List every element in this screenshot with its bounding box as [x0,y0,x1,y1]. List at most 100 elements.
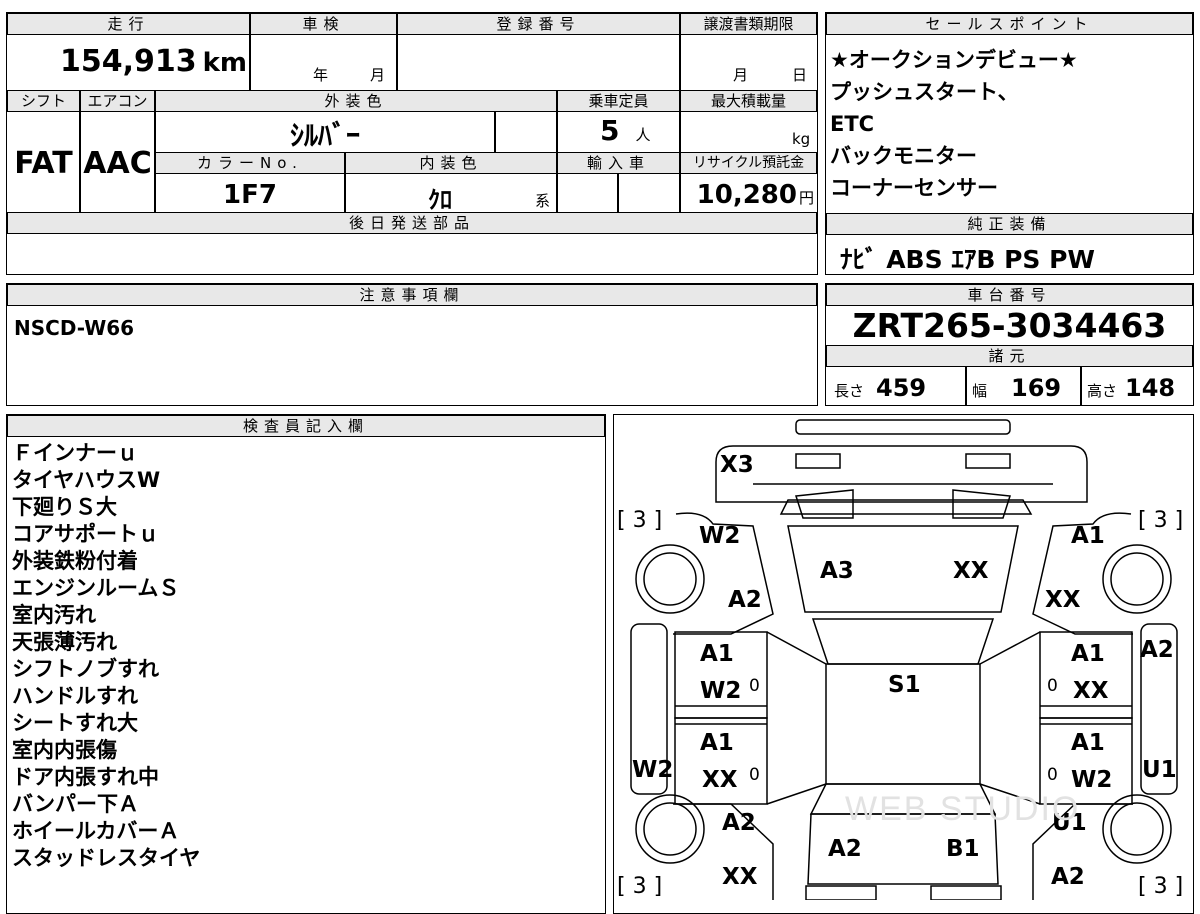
max-load-unit: kg [792,130,811,148]
tire-mark-front-left: [ 3 ] [617,508,663,533]
code-left-front-door-2: W2 [700,678,742,704]
spec-width: 幅 169 [972,374,1061,402]
mileage-unit: km [202,48,248,78]
sales-point-item: コーナーセンサー [830,176,998,200]
code-hood-left: A3 [820,558,854,584]
spec-width-label: 幅 [972,382,988,400]
recycle-fee-number: 10,280 [696,180,797,210]
inspection-year-unit: 年 [313,66,329,84]
code-right-sill-bottom: U1 [1142,757,1177,783]
specs-header: 諸元 [826,345,1193,367]
genuine-equipment-value: ﾅﾋﾞ ABS ｴｱB PS PW [840,245,1096,274]
inspector-item: コアサポートｕ [12,522,159,546]
sales-point-item: ETC [830,112,875,136]
tire-mark-front-right: [ 3 ] [1138,508,1184,533]
spec-height-value: 148 [1125,374,1176,402]
inspector-item: 外装鉄粉付着 [12,549,138,573]
shift-value: FAT [14,146,73,181]
code-right-front-wheel: XX [1045,587,1081,613]
code-rear-left-quarter: XX [722,864,758,890]
deadline-day-unit: 日 [792,66,808,84]
code-right-front-door-1: A1 [1071,641,1105,667]
inspector-item: シフトノブすれ [12,657,159,681]
color-no-header: カラーNo. [155,152,345,174]
recycle-fee-unit: 円 [798,189,814,207]
code-front-left-fender: W2 [699,523,741,549]
code-trunk-left: A2 [828,836,862,862]
inspector-item: 天張薄汚れ [12,630,117,654]
inspector-header: 検査員記入欄 [7,415,605,437]
capacity-value: 5人 [600,114,651,147]
code-left-rear-wheel: A2 [722,810,756,836]
color-no-value: 1F7 [223,180,277,210]
spec-length: 長さ 459 [834,374,926,402]
code-right-front-door-2: XX [1073,678,1109,704]
notes-value: NSCD-W66 [14,316,135,340]
capacity-number: 5 [600,114,620,147]
capacity-unit: 人 [635,126,651,144]
tire-mark-rear-right: [ 3 ] [1138,874,1184,899]
code-trunk-right: B1 [946,836,980,862]
inspector-item: 下廻りＳ大 [12,495,117,519]
later-parts-header: 後日発送部品 [7,212,817,234]
spec-length-label: 長さ [834,382,865,400]
exterior-color-header: 外装色 [155,90,557,112]
code-front-bumper: X3 [720,452,754,478]
shift-header: シフト [7,90,80,112]
code-left-sill: W2 [632,757,674,783]
mileage-header: 走行 [7,13,250,35]
inspector-item: タイヤハウスW [12,468,161,492]
inspector-item: シートすれ大 [12,711,138,735]
aircon-value: AAC [83,146,152,181]
code-left-rear-door-2: XX [702,767,738,793]
zero-mark: 0 [749,676,760,696]
inspection-header: 車検 [250,13,397,35]
code-roof: S1 [888,672,921,698]
watermark: WEB STUDIO [845,790,1081,828]
inspector-list: Ｆインナーｕ タイヤハウスW 下廻りＳ大 コアサポートｕ 外装鉄粉付着 エンジン… [12,440,200,872]
recycle-fee-value: 10,280 円 [680,180,814,210]
inspector-item: 室内内張傷 [12,738,117,762]
sales-points-header: セールスポイント [826,13,1193,35]
code-rear-right-quarter: A2 [1051,864,1085,890]
chassis-header: 車台番号 [826,284,1193,306]
sales-points-list: ★オークションデビュー★ プッシュスタート、 ETC バックモニター コーナーセ… [830,44,1078,204]
mileage-value: 154,913 km [60,44,248,79]
deadline-month-unit: 月 [733,66,749,84]
mileage-number: 154,913 [60,44,197,79]
capacity-header: 乗車定員 [557,90,680,112]
interior-color-suffix: 系 [535,192,551,210]
max-load-header: 最大積載量 [680,90,817,112]
code-right-sill-top: A2 [1140,637,1174,663]
aircon-header: エアコン [80,90,155,112]
transfer-deadline-header: 譲渡書類期限 [680,13,817,35]
inspector-item: バンパー下Ａ [12,792,140,816]
zero-mark: 0 [1047,676,1058,696]
genuine-equipment-header: 純正装備 [826,213,1193,235]
import-car-header: 輸入車 [557,152,680,174]
zero-mark: 0 [1047,765,1058,785]
interior-color-header: 内装色 [345,152,557,174]
spec-height: 高さ 148 [1087,374,1175,402]
notes-header: 注意事項欄 [7,284,817,306]
inspector-item: 室内汚れ [12,603,96,627]
chassis-value: ZRT265-3034463 [852,306,1167,345]
code-left-front-wheel: A2 [728,587,762,613]
inspector-item: エンジンルームＳ [12,576,180,600]
inspector-item: スタッドレスタイヤ [12,846,201,870]
exterior-color-value: ｼﾙﾊﾞｰ [289,119,360,152]
code-hood-right: XX [953,558,989,584]
code-front-right-fender: A1 [1071,523,1105,549]
spec-height-label: 高さ [1087,382,1118,400]
sales-point-item: ★オークションデビュー★ [830,48,1078,72]
sales-point-item: バックモニター [830,144,977,168]
zero-mark: 0 [749,765,760,785]
inspector-item: ハンドルすれ [12,684,138,708]
interior-color-value: ｸﾛ [428,186,452,214]
spec-width-value: 169 [1011,374,1062,402]
tire-mark-rear-left: [ 3 ] [617,874,663,899]
inspector-item: Ｆインナーｕ [12,441,138,465]
code-left-rear-door-1: A1 [700,730,734,756]
recycle-fee-header: リサイクル預託金 [680,152,817,174]
code-left-front-door-1: A1 [700,641,734,667]
